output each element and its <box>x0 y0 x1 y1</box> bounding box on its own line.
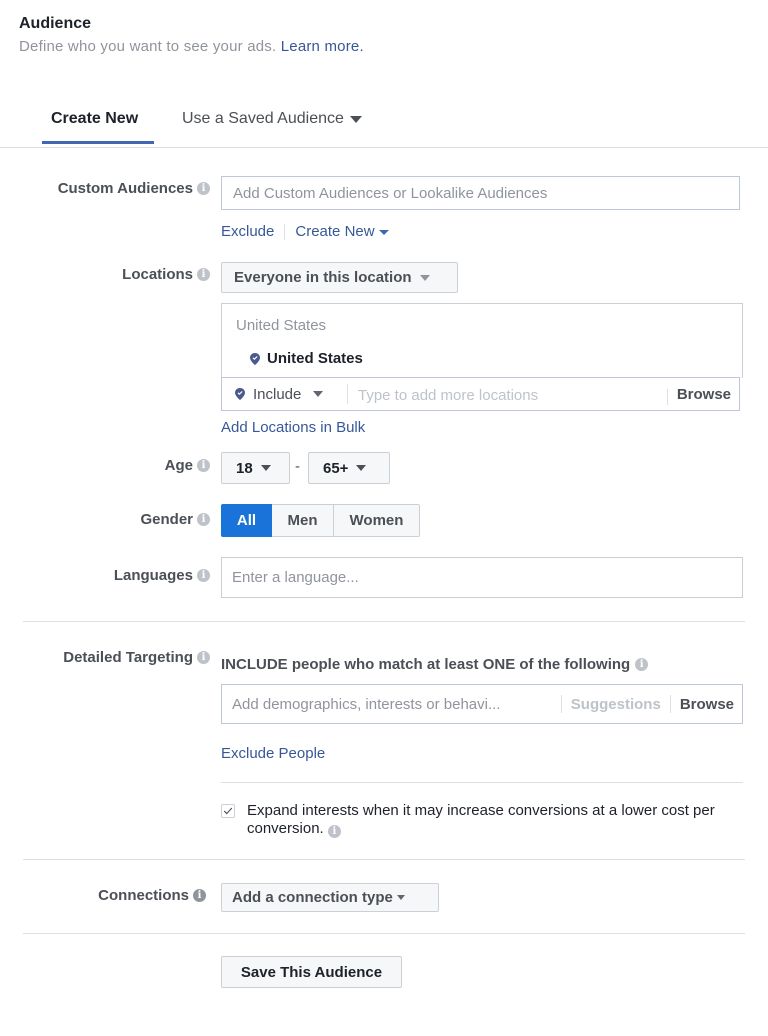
connection-type-value: Add a connection type <box>232 889 393 906</box>
expand-interests-label: Expand interests when it may increase co… <box>247 802 715 837</box>
detailed-targeting-input[interactable]: Add demographics, interests or behavi... <box>222 685 561 723</box>
expand-interests-checkbox[interactable] <box>221 804 235 818</box>
age-label: Age i <box>10 457 210 474</box>
age-max-dropdown[interactable]: 65+ <box>308 452 390 484</box>
custom-audiences-label-text: Custom Audiences <box>57 180 193 197</box>
languages-label-text: Languages <box>113 567 193 584</box>
chevron-down-icon <box>356 465 367 471</box>
info-icon[interactable]: i <box>197 513 210 526</box>
expand-interests-text: Expand interests when it may increase co… <box>247 802 737 838</box>
chevron-down-icon <box>419 274 430 281</box>
location-search-placeholder: Type to add more locations <box>358 387 539 404</box>
connection-type-dropdown[interactable]: Add a connection type <box>221 883 439 912</box>
section-divider <box>23 621 745 622</box>
languages-placeholder: Enter a language... <box>232 569 359 586</box>
include-criteria-label: INCLUDE people who match at least ONE of… <box>221 656 631 673</box>
tab-use-saved-audience-label: Use a Saved Audience <box>182 110 344 127</box>
location-type-value: Everyone in this location <box>234 269 412 286</box>
location-item-name: United States <box>267 350 363 367</box>
tab-create-new[interactable]: Create New <box>51 110 138 128</box>
section-title: Audience <box>19 15 92 32</box>
active-tab-indicator <box>42 141 154 144</box>
location-group-header: United States <box>236 317 327 334</box>
custom-audiences-input[interactable]: Add Custom Audiences or Lookalike Audien… <box>221 176 740 210</box>
detailed-targeting-placeholder: Add demographics, interests or behavi... <box>232 695 501 713</box>
gender-all-button[interactable]: All <box>221 504 272 537</box>
detailed-targeting-label: Detailed Targeting i <box>10 649 210 666</box>
location-pin-icon <box>250 352 260 365</box>
gender-segmented-control: All Men Women <box>221 504 420 537</box>
location-browse-button[interactable]: Browse <box>668 386 739 403</box>
gender-women-button[interactable]: Women <box>334 504 420 537</box>
checkmark-icon <box>223 807 233 815</box>
include-value: Include <box>253 385 302 403</box>
info-icon[interactable]: i <box>197 569 210 582</box>
exclude-link[interactable]: Exclude <box>221 223 274 240</box>
create-new-link[interactable]: Create New <box>295 223 374 240</box>
connections-label: Connections i <box>6 887 206 904</box>
info-icon[interactable]: i <box>197 459 210 472</box>
locations-list: United States United States <box>221 303 743 378</box>
age-separator: - <box>295 458 300 475</box>
location-search-input[interactable]: Type to add more locations <box>348 378 667 410</box>
languages-label: Languages i <box>10 567 210 584</box>
age-max-value: 65+ <box>323 459 349 477</box>
locations-label: Locations i <box>10 266 210 283</box>
save-audience-button[interactable]: Save This Audience <box>221 956 402 988</box>
link-separator <box>284 223 286 240</box>
exclude-people-link[interactable]: Exclude People <box>221 745 325 762</box>
section-divider <box>221 782 743 783</box>
gender-label-text: Gender <box>140 511 193 528</box>
detailed-targeting-browse-button[interactable]: Browse <box>671 696 742 713</box>
gender-men-button[interactable]: Men <box>272 504 334 537</box>
section-divider <box>23 933 745 934</box>
learn-more-link[interactable]: Learn more. <box>281 38 364 55</box>
custom-audiences-placeholder: Add Custom Audiences or Lookalike Audien… <box>233 184 548 202</box>
age-label-text: Age <box>164 457 193 474</box>
info-icon[interactable]: i <box>197 182 210 195</box>
custom-audiences-actions: Exclude Create New <box>221 223 389 240</box>
languages-input[interactable]: Enter a language... <box>221 557 743 598</box>
tab-use-saved-audience[interactable]: Use a Saved Audience <box>182 110 362 128</box>
location-pin-icon <box>235 388 245 400</box>
section-divider <box>23 859 745 860</box>
chevron-down-icon <box>313 391 324 397</box>
info-icon[interactable]: i <box>197 268 210 281</box>
chevron-down-icon <box>396 895 405 900</box>
age-min-dropdown[interactable]: 18 <box>221 452 290 484</box>
detailed-targeting-search-bar: Add demographics, interests or behavi...… <box>221 684 743 724</box>
info-icon[interactable]: i <box>635 658 649 671</box>
tab-divider <box>0 147 768 148</box>
section-subtitle: Define who you want to see your ads. Lea… <box>19 38 364 55</box>
connections-label-text: Connections <box>98 887 189 904</box>
suggestions-button[interactable]: Suggestions <box>562 696 670 713</box>
include-criteria-text: INCLUDE people who match at least ONE of… <box>221 656 649 673</box>
location-type-dropdown[interactable]: Everyone in this location <box>221 262 458 293</box>
chevron-down-icon <box>260 465 271 471</box>
info-icon[interactable]: i <box>197 651 210 664</box>
locations-label-text: Locations <box>122 266 193 283</box>
location-item[interactable]: United States <box>250 350 363 367</box>
chevron-down-icon <box>349 115 362 123</box>
chevron-down-icon <box>378 230 389 235</box>
subtitle-text: Define who you want to see your ads. <box>19 38 277 55</box>
age-min-value: 18 <box>236 459 253 477</box>
include-dropdown[interactable]: Include <box>222 386 347 403</box>
detailed-targeting-label-text: Detailed Targeting <box>63 649 193 666</box>
gender-label: Gender i <box>10 511 210 528</box>
info-icon[interactable]: i <box>327 825 341 838</box>
info-icon[interactable]: i <box>193 889 206 902</box>
location-search-bar: Include Type to add more locations Brows… <box>221 377 740 411</box>
custom-audiences-label: Custom Audiences i <box>10 180 210 197</box>
add-locations-bulk-link[interactable]: Add Locations in Bulk <box>221 419 365 436</box>
